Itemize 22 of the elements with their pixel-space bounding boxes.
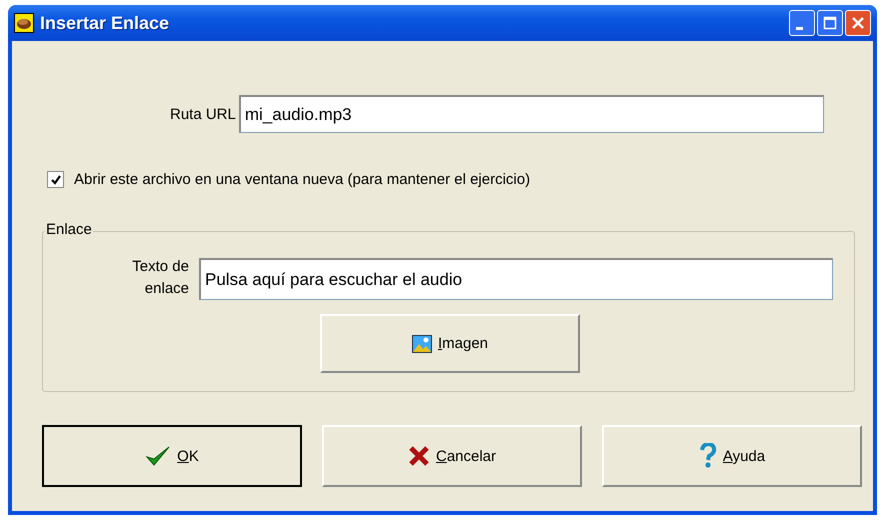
checkmark-icon (145, 444, 172, 468)
cross-icon (408, 445, 430, 467)
close-icon (851, 16, 865, 30)
link-text-label: Texto de enlace (131, 257, 189, 299)
url-label: Ruta URL (170, 106, 236, 122)
image-icon (412, 334, 432, 352)
minimize-button[interactable] (789, 10, 815, 36)
close-button[interactable] (845, 10, 871, 36)
app-icon (14, 13, 34, 33)
question-mark-icon (698, 443, 717, 469)
maximize-button[interactable] (817, 10, 843, 36)
minimize-icon (796, 26, 802, 30)
window-title: Insertar Enlace (40, 12, 170, 34)
help-button[interactable]: Ayuda (602, 425, 862, 487)
cancel-button[interactable]: Cancelar (322, 425, 582, 487)
link-text-field[interactable]: Pulsa aquí para escuchar el audio (199, 258, 833, 300)
checkbox-label: Abrir este archivo en una ventana nueva (para mantener el ejercicio) (74, 171, 530, 188)
ok-button[interactable]: OK (42, 425, 302, 487)
url-field[interactable]: mi_audio.mp3 (238, 95, 824, 133)
new-window-checkbox[interactable] (47, 171, 64, 188)
maximize-icon (823, 16, 837, 30)
image-button[interactable]: Imagen (320, 314, 580, 373)
